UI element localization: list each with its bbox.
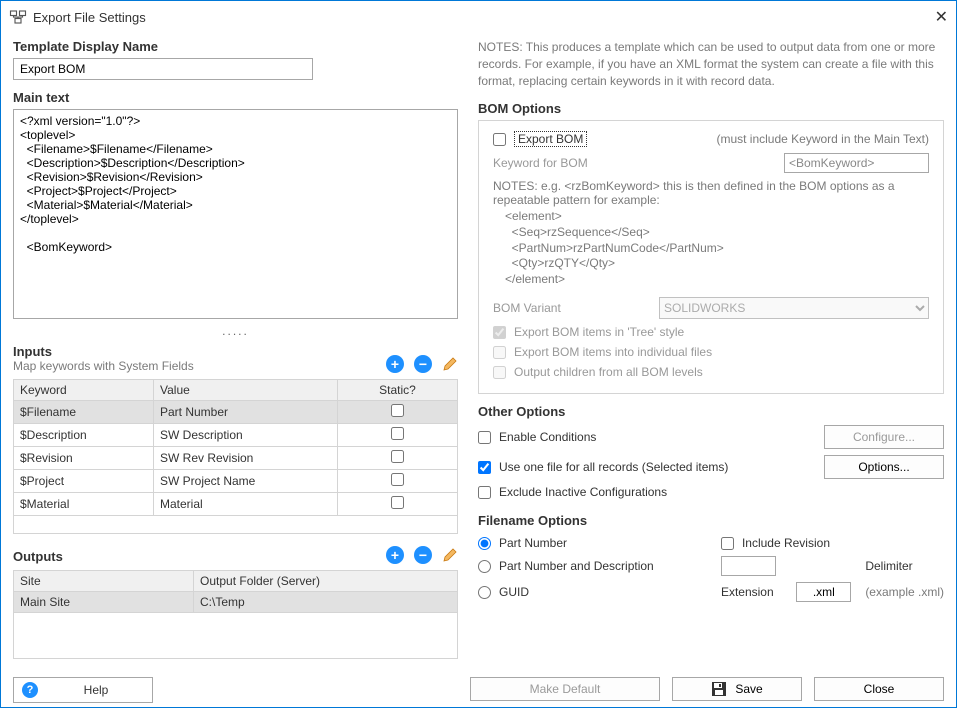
help-button[interactable]: ? Help (13, 677, 153, 703)
table-row[interactable]: $MaterialMaterial (14, 493, 458, 516)
maintext-label: Main text (13, 90, 458, 105)
edit-output-icon[interactable] (442, 547, 458, 563)
bom-options-title: BOM Options (478, 101, 944, 116)
table-row (14, 516, 458, 534)
inputs-subtitle: Map keywords with System Fields (13, 359, 194, 373)
static-checkbox[interactable] (391, 496, 404, 509)
bom-variant-label: BOM Variant (493, 301, 561, 315)
add-output-button[interactable]: + (386, 546, 404, 564)
include-revision-checkbox[interactable] (721, 537, 734, 550)
table-row[interactable]: $ProjectSW Project Name (14, 470, 458, 493)
extension-label: Extension (721, 585, 774, 599)
extension-hint: (example .xml) (865, 585, 944, 599)
delimiter-label: Delimiter (865, 559, 944, 573)
outputs-col-folder: Output Folder (Server) (194, 571, 458, 592)
extension-input[interactable] (796, 582, 851, 602)
maintext-textarea[interactable]: <?xml version="1.0"?> <toplevel> <Filena… (13, 109, 458, 319)
bom-children-checkbox[interactable] (493, 366, 506, 379)
save-button[interactable]: Save (672, 677, 802, 701)
make-default-button[interactable]: Make Default (470, 677, 660, 701)
table-row (14, 613, 458, 659)
exclude-inactive-checkbox[interactable] (478, 486, 491, 499)
fn-partnumber-desc-radio[interactable] (478, 560, 491, 573)
inputs-title: Inputs (13, 344, 194, 359)
inputs-table: Keyword Value Static? $FilenamePart Numb… (13, 379, 458, 534)
outputs-col-site: Site (14, 571, 194, 592)
export-bom-checkbox[interactable] (493, 133, 506, 146)
table-row[interactable]: $FilenamePart Number (14, 401, 458, 424)
inputs-col-value: Value (154, 380, 338, 401)
close-button[interactable]: Close (814, 677, 944, 701)
static-checkbox[interactable] (391, 404, 404, 417)
inputs-col-keyword: Keyword (14, 380, 154, 401)
bom-hint: (must include Keyword in the Main Text) (716, 132, 929, 146)
export-bom-label: Export BOM (514, 131, 587, 147)
fn-guid-radio[interactable] (478, 586, 491, 599)
outputs-table: Site Output Folder (Server) Main SiteC:\… (13, 570, 458, 659)
static-checkbox[interactable] (391, 427, 404, 440)
table-row[interactable]: $DescriptionSW Description (14, 424, 458, 447)
keyword-bom-label: Keyword for BOM (493, 156, 588, 170)
delimiter-input[interactable] (721, 556, 776, 576)
bom-tree-checkbox[interactable] (493, 326, 506, 339)
close-window-button[interactable]: ✕ (908, 7, 948, 27)
window-title: Export File Settings (33, 10, 908, 25)
help-icon: ? (22, 682, 38, 698)
use-one-file-checkbox[interactable] (478, 461, 491, 474)
configure-button[interactable]: Configure... (824, 425, 944, 449)
static-checkbox[interactable] (391, 473, 404, 486)
inputs-col-static: Static? (338, 380, 458, 401)
bom-variant-select[interactable]: SOLIDWORKS (659, 297, 929, 319)
titlebar: Export File Settings ✕ (1, 1, 956, 33)
options-button[interactable]: Options... (824, 455, 944, 479)
notes-text: NOTES: This produces a template which ca… (478, 39, 944, 89)
bom-example: <element> <Seq>rzSequence</Seq> <PartNum… (505, 209, 929, 287)
outputs-title: Outputs (13, 549, 63, 564)
splitter-handle[interactable]: ..... (13, 324, 458, 338)
keyword-bom-input[interactable] (784, 153, 929, 173)
edit-input-icon[interactable] (442, 356, 458, 372)
save-icon (711, 681, 727, 697)
remove-output-button[interactable]: − (414, 546, 432, 564)
other-options-title: Other Options (478, 404, 944, 419)
bom-notes: NOTES: e.g. <rzBomKeyword> this is then … (493, 179, 929, 207)
bom-individual-checkbox[interactable] (493, 346, 506, 359)
app-icon (9, 8, 27, 26)
add-input-button[interactable]: + (386, 355, 404, 373)
table-row[interactable]: $RevisionSW Rev Revision (14, 447, 458, 470)
enable-conditions-checkbox[interactable] (478, 431, 491, 444)
bom-options-fieldset: Export BOM (must include Keyword in the … (478, 120, 944, 394)
fn-partnumber-radio[interactable] (478, 537, 491, 550)
filename-options-title: Filename Options (478, 513, 944, 528)
remove-input-button[interactable]: − (414, 355, 432, 373)
table-row[interactable]: Main SiteC:\Temp (14, 592, 458, 613)
static-checkbox[interactable] (391, 450, 404, 463)
template-name-input[interactable] (13, 58, 313, 80)
template-name-label: Template Display Name (13, 39, 458, 54)
